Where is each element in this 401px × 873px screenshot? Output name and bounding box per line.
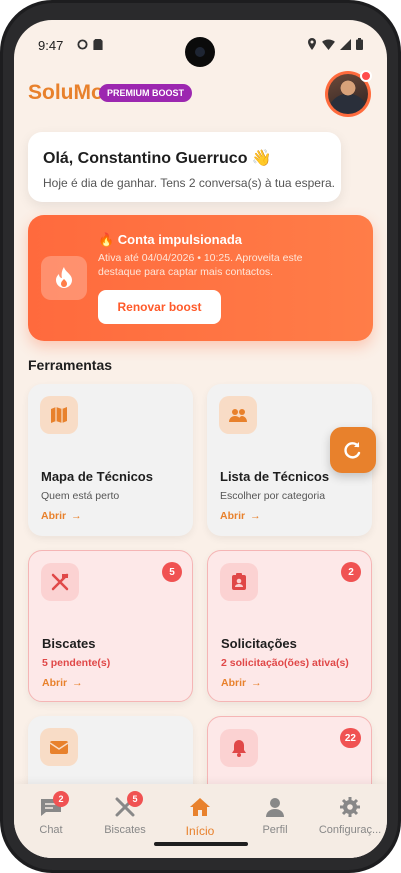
tool-subtitle: Escolher por categoria xyxy=(220,490,326,502)
gear-icon xyxy=(338,796,362,818)
tools-icon: 5 xyxy=(113,791,143,818)
nav-chat[interactable]: 2 Chat xyxy=(14,791,88,836)
tool-title: Solicitações xyxy=(221,636,297,651)
open-label: Abrir xyxy=(41,510,67,522)
greeting-subtitle: Hoje é dia de ganhar. Tens 2 conversa(s)… xyxy=(43,176,335,190)
tool-card-biscates[interactable]: 5 Biscates 5 pendente(s) Abrir → xyxy=(28,550,193,702)
chat-icon: 2 xyxy=(39,791,69,818)
tool-title: Mapa de Técnicos xyxy=(41,469,153,484)
front-camera xyxy=(185,37,215,67)
person-icon xyxy=(263,796,287,818)
boost-title: 🔥 Conta impulsionada xyxy=(98,232,243,247)
count-badge: 22 xyxy=(339,728,361,748)
refresh-icon xyxy=(344,442,361,459)
mail-icon xyxy=(40,728,78,766)
status-notification-icons xyxy=(77,39,103,50)
open-label: Abrir xyxy=(42,677,68,689)
nav-settings[interactable]: Configuraç... xyxy=(313,796,387,836)
tool-subtitle: Quem está perto xyxy=(41,490,120,502)
notification-dot xyxy=(360,70,372,82)
status-bar: 9:47 xyxy=(14,20,387,72)
open-link[interactable]: Abrir → xyxy=(221,677,262,689)
tool-subtitle: 5 pendente(s) xyxy=(42,657,111,669)
status-system-icons xyxy=(307,38,363,50)
sd-card-icon xyxy=(93,39,103,50)
settings-status-icon xyxy=(77,39,88,50)
home-indicator[interactable] xyxy=(154,842,248,846)
phone-frame: 9:47 SoluMo PREMIUM BOOST Olá, Constanti… xyxy=(0,0,401,873)
open-link[interactable]: Abrir → xyxy=(220,510,261,522)
premium-badge: PREMIUM BOOST xyxy=(99,84,193,102)
tool-title: Lista de Técnicos xyxy=(220,469,330,484)
tools-icon xyxy=(41,563,79,601)
arrow-right-icon: → xyxy=(71,510,82,522)
refresh-button[interactable] xyxy=(330,427,376,473)
status-time: 9:47 xyxy=(38,38,64,53)
greeting-title: Olá, Constantino Guerruco 👋 xyxy=(43,150,272,167)
nav-biscates[interactable]: 5 Biscates xyxy=(88,791,162,836)
arrow-right-icon: → xyxy=(250,510,261,522)
badge-id-icon xyxy=(220,563,258,601)
tool-card-map[interactable]: Mapa de Técnicos Quem está perto Abrir → xyxy=(28,384,193,536)
nav-profile[interactable]: Perfil xyxy=(238,796,312,836)
nav-label: Biscates xyxy=(104,824,146,836)
bottom-navigation: 2 Chat 5 Biscates Início Perfil Configur… xyxy=(14,784,387,858)
open-label: Abrir xyxy=(220,510,246,522)
nav-label: Chat xyxy=(39,824,63,836)
arrow-right-icon: → xyxy=(251,677,262,689)
tool-title: Biscates xyxy=(42,636,96,651)
nav-badge: 5 xyxy=(127,791,143,807)
tools-section-title: Ferramentas xyxy=(28,357,113,373)
map-icon xyxy=(40,396,78,434)
location-icon xyxy=(308,38,316,50)
profile-avatar-button[interactable] xyxy=(325,70,372,117)
nav-badge: 2 xyxy=(53,791,69,807)
count-badge: 2 xyxy=(341,562,361,582)
bell-icon xyxy=(220,729,258,767)
wifi-icon xyxy=(322,38,335,50)
people-icon xyxy=(219,396,257,434)
app-screen: 9:47 SoluMo PREMIUM BOOST Olá, Constanti… xyxy=(14,20,387,858)
nav-label: Perfil xyxy=(262,824,288,836)
flame-icon xyxy=(41,256,87,300)
open-link[interactable]: Abrir → xyxy=(42,677,83,689)
greeting-card: Olá, Constantino Guerruco 👋 Hoje é dia d… xyxy=(28,132,341,202)
arrow-right-icon: → xyxy=(72,677,83,689)
nav-home[interactable]: Início xyxy=(163,796,237,838)
signal-icon xyxy=(340,38,351,50)
battery-icon xyxy=(356,38,363,50)
open-label: Abrir xyxy=(221,677,247,689)
boost-description: Ativa até 04/04/2026 • 10:25. Aproveita … xyxy=(98,252,303,278)
tool-card-solicitacoes[interactable]: 2 Solicitações 2 solicitação(ões) ativa(… xyxy=(207,550,372,702)
nav-label: Configuraç... xyxy=(318,824,382,836)
renew-boost-button[interactable]: Renovar boost xyxy=(98,290,221,324)
count-badge: 5 xyxy=(162,562,182,582)
app-logo: SoluMo xyxy=(28,81,104,104)
boost-card: 🔥 Conta impulsionada Ativa até 04/04/202… xyxy=(28,215,373,341)
open-link[interactable]: Abrir → xyxy=(41,510,82,522)
nav-label: Início xyxy=(185,824,215,838)
tool-subtitle: 2 solicitação(ões) ativa(s) xyxy=(221,657,349,669)
home-icon xyxy=(188,796,212,818)
